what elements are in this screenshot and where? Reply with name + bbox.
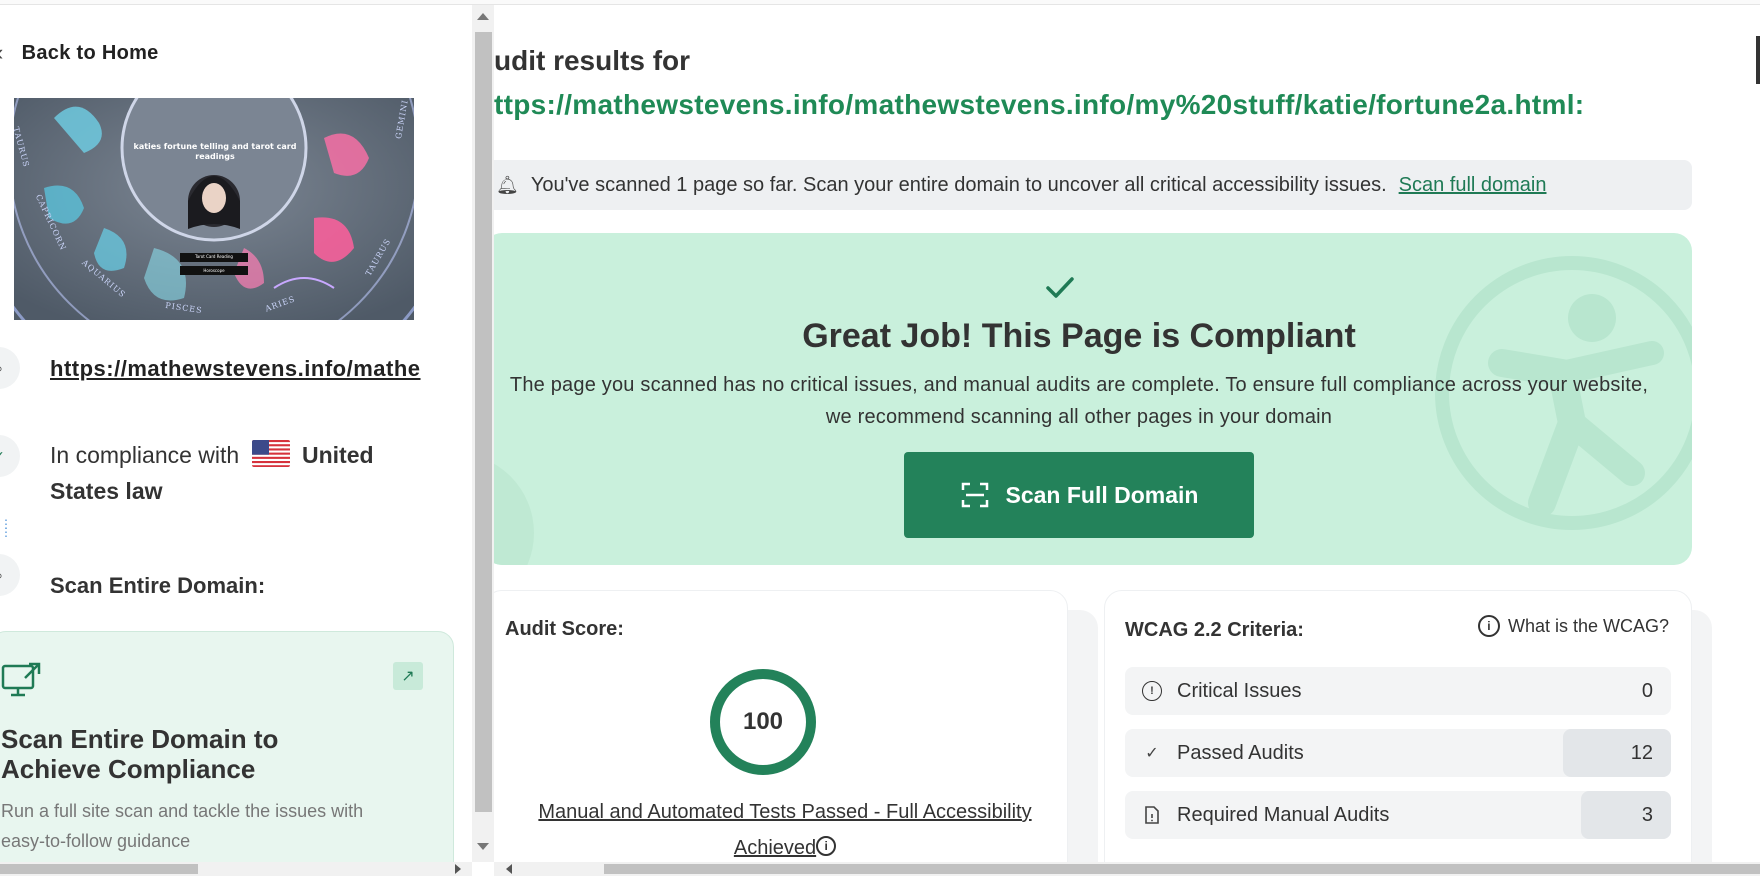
dotted-divider: ⋮ ⋮ xyxy=(0,517,12,539)
link-icon: ⌕ xyxy=(0,347,20,389)
check-icon: ✓ xyxy=(1145,745,1159,762)
scan-domain-card[interactable]: ↗ Scan Entire Domain to Achieve Complian… xyxy=(0,631,454,862)
what-is-wcag-label: What is the WCAG? xyxy=(1507,615,1669,636)
score-gauge: 100 xyxy=(709,668,817,776)
document-icon xyxy=(1141,806,1163,824)
what-is-wcag-link[interactable]: i What is the WCAG? xyxy=(1477,615,1669,637)
check-circle-icon: ✓ xyxy=(0,435,20,477)
compliance-statement: In compliance with United States law xyxy=(50,437,430,509)
search-icon: ⌕ xyxy=(0,554,20,596)
back-to-home-link[interactable]: ‹ Back to Home xyxy=(0,40,159,66)
us-flag-icon xyxy=(251,440,290,467)
notice-text: You've scanned 1 page so far. Scan your … xyxy=(530,173,1387,196)
tests-passed-link[interactable]: Manual and Automated Tests Passed - Full… xyxy=(525,794,1045,862)
compliance-hero: Great Job! This Page is Compliant The pa… xyxy=(494,233,1692,565)
monitor-scan-icon xyxy=(1,662,41,697)
wcag-label: WCAG 2.2 Criteria: xyxy=(1125,619,1304,641)
scan-card-description: Run a full site scan and tackle the issu… xyxy=(1,801,364,851)
wcag-row-value: 12 xyxy=(1563,729,1671,777)
scan-full-domain-button[interactable]: Scan Full Domain xyxy=(904,452,1254,538)
wcag-row-label: Required Manual Audits xyxy=(1177,803,1390,826)
scan-full-domain-label: Scan Full Domain xyxy=(1005,481,1199,508)
audit-score-label: Audit Score: xyxy=(505,618,624,640)
scroll-up-arrow-icon[interactable] xyxy=(477,13,489,20)
decorative-circle xyxy=(494,453,534,565)
wcag-row-critical-issues[interactable]: ! Critical Issues 0 xyxy=(1125,667,1671,715)
thumbnail-button-tarot: Tarot Card Reading xyxy=(195,254,233,259)
scrollbar-thumb[interactable] xyxy=(0,864,198,874)
audited-url: ttps://mathewstevens.info/mathewstevens.… xyxy=(494,89,1585,120)
edge-marker xyxy=(1756,36,1760,84)
alert-circle-icon: ! xyxy=(1141,681,1163,701)
thumbnail-button-horoscope: Horoscope xyxy=(203,268,225,273)
check-icon xyxy=(1046,277,1074,298)
scan-full-domain-link[interactable]: Scan full domain xyxy=(1399,174,1547,197)
bell-icon: 🔔︎ xyxy=(496,174,519,195)
main-horizontal-scrollbar[interactable] xyxy=(494,862,1760,876)
scrollbar-thumb[interactable] xyxy=(475,32,492,812)
hero-description: The page you scanned has no critical iss… xyxy=(509,374,1649,428)
sidebar-vertical-scrollbar[interactable] xyxy=(472,5,494,862)
card-edge xyxy=(1068,610,1098,862)
tests-passed-caption: Manual and Automated Tests Passed - Full… xyxy=(538,801,1032,859)
info-icon: i xyxy=(1477,615,1500,637)
wcag-row-required-manual-audits[interactable]: Required Manual Audits 3 xyxy=(1125,791,1671,839)
page-thumbnail: katies fortune telling and tarot card re… xyxy=(14,98,414,320)
wcag-row-value: 3 xyxy=(1581,791,1671,839)
hero-title: Great Job! This Page is Compliant xyxy=(802,317,1356,355)
scroll-down-arrow-icon[interactable] xyxy=(477,843,489,850)
arrow-up-right-icon[interactable]: ↗ xyxy=(393,662,423,690)
wcag-row-passed-audits[interactable]: ✓ Passed Audits 12 xyxy=(1125,729,1671,777)
wcag-row-label: Critical Issues xyxy=(1177,679,1302,702)
scan-frame-icon xyxy=(961,482,988,508)
wcag-criteria-card: WCAG 2.2 Criteria: i What is the WCAG? !… xyxy=(1104,590,1692,862)
scan-notice-banner: 🔔︎ You've scanned 1 page so far. Scan yo… xyxy=(494,160,1692,210)
scan-entire-domain-heading: Scan Entire Domain: xyxy=(50,573,266,598)
wcag-row-label: Passed Audits xyxy=(1177,741,1304,764)
sidebar-horizontal-scrollbar[interactable] xyxy=(0,862,472,876)
back-to-home-label: Back to Home xyxy=(21,41,159,64)
page-title: udit results for xyxy=(494,45,691,76)
wcag-row-value: 0 xyxy=(1641,679,1653,702)
main-content: udit results for ttps://mathewstevens.in… xyxy=(494,5,1760,862)
scroll-right-arrow-icon[interactable] xyxy=(455,864,461,874)
compliance-prefix: In compliance with xyxy=(50,442,240,468)
sidebar-panel: ‹ Back to Home xyxy=(0,5,472,862)
scroll-left-arrow-icon[interactable] xyxy=(506,864,512,874)
score-value: 100 xyxy=(742,708,784,735)
scan-card-title: Scan Entire Domain to Achieve Compliance xyxy=(1,724,279,784)
card-edge xyxy=(1692,610,1712,862)
thumbnail-site-title: katies fortune telling and tarot card re… xyxy=(133,142,297,161)
scanned-url-link[interactable]: https://mathewstevens.info/mathe xyxy=(50,356,421,382)
audit-score-card: Audit Score: 100 Manual and Automated Te… xyxy=(494,590,1068,862)
info-icon[interactable]: i xyxy=(816,836,837,856)
chevron-left-icon: ‹ xyxy=(0,40,4,66)
scrollbar-thumb[interactable] xyxy=(604,864,1760,874)
